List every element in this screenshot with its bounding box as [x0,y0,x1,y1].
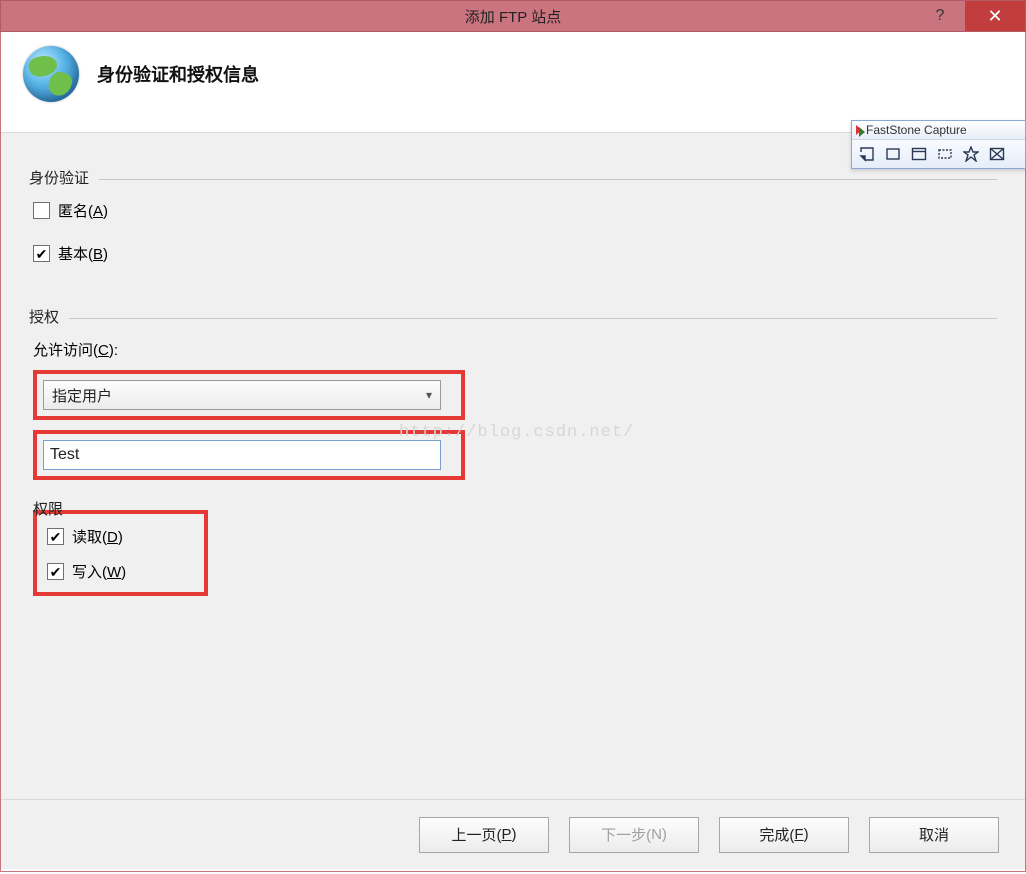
allow-access-select-highlight: 指定用户 ▾ [33,370,465,420]
help-button[interactable]: ? [915,1,965,31]
anonymous-checkbox[interactable] [33,202,50,219]
faststone-titlebar[interactable]: FastStone Capture [852,121,1025,140]
close-button[interactable]: ✕ [965,1,1025,31]
faststone-logo-icon [856,125,862,135]
cancel-button[interactable]: 取消 [869,817,999,853]
allow-access-select-value: 指定用户 [52,385,112,406]
authorization-group-label: 授权 [29,306,69,327]
anonymous-checkbox-row[interactable]: 匿名(A) [33,200,993,221]
capture-rect-icon[interactable] [935,144,955,164]
window-controls: ? ✕ [915,1,1025,31]
faststone-title: FastStone Capture [866,123,967,137]
authorization-group: 授权 允许访问(C): 指定用户 ▾ Test 权限 [29,306,997,602]
previous-button[interactable]: 上一页(P) [419,817,549,853]
window-title: 添加 FTP 站点 [1,6,1025,27]
write-checkbox[interactable] [47,563,64,580]
dialog-title: 身份验证和授权信息 [97,61,259,87]
basic-checkbox[interactable] [33,245,50,262]
capture-window-icon[interactable] [883,144,903,164]
user-textbox-value: Test [50,446,79,464]
capture-active-window-icon[interactable] [857,144,877,164]
dialog-footer: 上一页(P) 下一步(N) 完成(F) 取消 [1,799,1025,869]
capture-fullscreen-icon[interactable] [987,144,1007,164]
capture-freehand-icon[interactable] [961,144,981,164]
permissions-label: 权限 [33,498,993,516]
write-checkbox-row[interactable]: 写入(W) [47,561,194,582]
read-checkbox[interactable] [47,528,64,545]
user-textbox-highlight: Test [33,430,465,480]
allow-access-label: 允许访问(C): [33,339,993,360]
finish-button[interactable]: 完成(F) [719,817,849,853]
read-checkbox-row[interactable]: 读取(D) [47,526,194,547]
faststone-toolbar[interactable]: FastStone Capture [851,120,1026,169]
globe-icon [23,46,79,102]
allow-access-select[interactable]: 指定用户 ▾ [43,380,441,410]
faststone-tools [852,140,1025,168]
basic-checkbox-row[interactable]: 基本(B) [33,243,993,264]
dialog-content: http://blog.csdn.net/ 身份验证 匿名(A) 基本(B) [1,133,1025,799]
authentication-group: 身份验证 匿名(A) 基本(B) [29,167,997,280]
titlebar: 添加 FTP 站点 ? ✕ [0,0,1026,32]
chevron-down-icon: ▾ [426,388,432,402]
authentication-group-label: 身份验证 [29,167,99,188]
dialog-header: 身份验证和授权信息 [1,32,1025,133]
next-button: 下一步(N) [569,817,699,853]
permissions-highlight: 读取(D) 写入(W) [33,510,208,596]
capture-object-icon[interactable] [909,144,929,164]
user-textbox[interactable]: Test [43,440,441,470]
